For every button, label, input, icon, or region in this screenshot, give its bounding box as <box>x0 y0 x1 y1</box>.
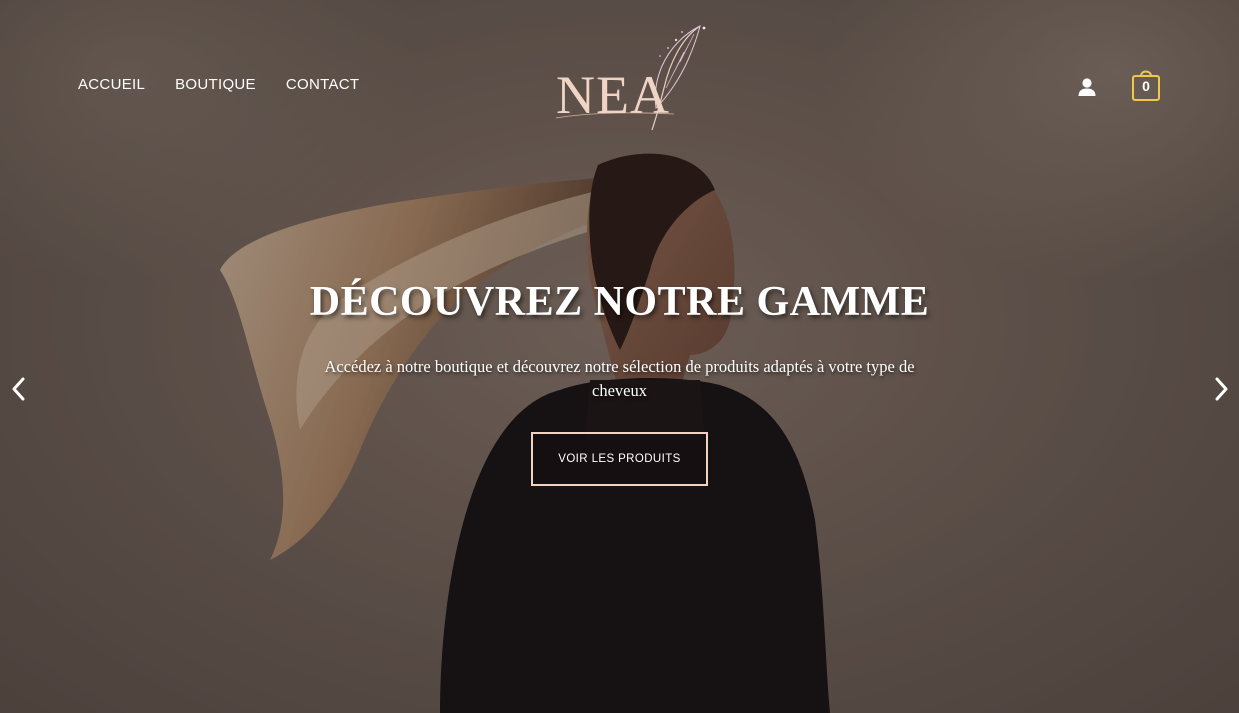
cart-button[interactable]: 0 <box>1131 66 1161 102</box>
cart-count: 0 <box>1142 78 1150 94</box>
slide-title: DÉCOUVREZ NOTRE GAMME <box>309 279 930 325</box>
view-products-button[interactable]: VOIR LES PRODUITS <box>531 432 708 486</box>
slide-subtitle: Accédez à notre boutique et découvrez no… <box>324 357 915 400</box>
nav-link-contact[interactable]: CONTACT <box>286 76 359 93</box>
slider-next-button[interactable] <box>1210 376 1232 402</box>
main-nav: ACCUEIL BOUTIQUE CONTACT <box>78 76 359 93</box>
hero-slider: ACCUEIL BOUTIQUE CONTACT NEA 0 DÉCOUVREZ… <box>0 0 1239 713</box>
logo-wordmark: NEA <box>556 65 670 125</box>
site-logo[interactable]: NEA <box>552 22 712 134</box>
chevron-right-icon <box>1215 377 1228 401</box>
chevron-left-icon <box>12 377 25 401</box>
slider-prev-button[interactable] <box>8 376 30 402</box>
user-icon[interactable] <box>1077 77 1097 97</box>
nav-link-boutique[interactable]: BOUTIQUE <box>175 76 256 93</box>
nav-link-accueil[interactable]: ACCUEIL <box>78 76 145 93</box>
